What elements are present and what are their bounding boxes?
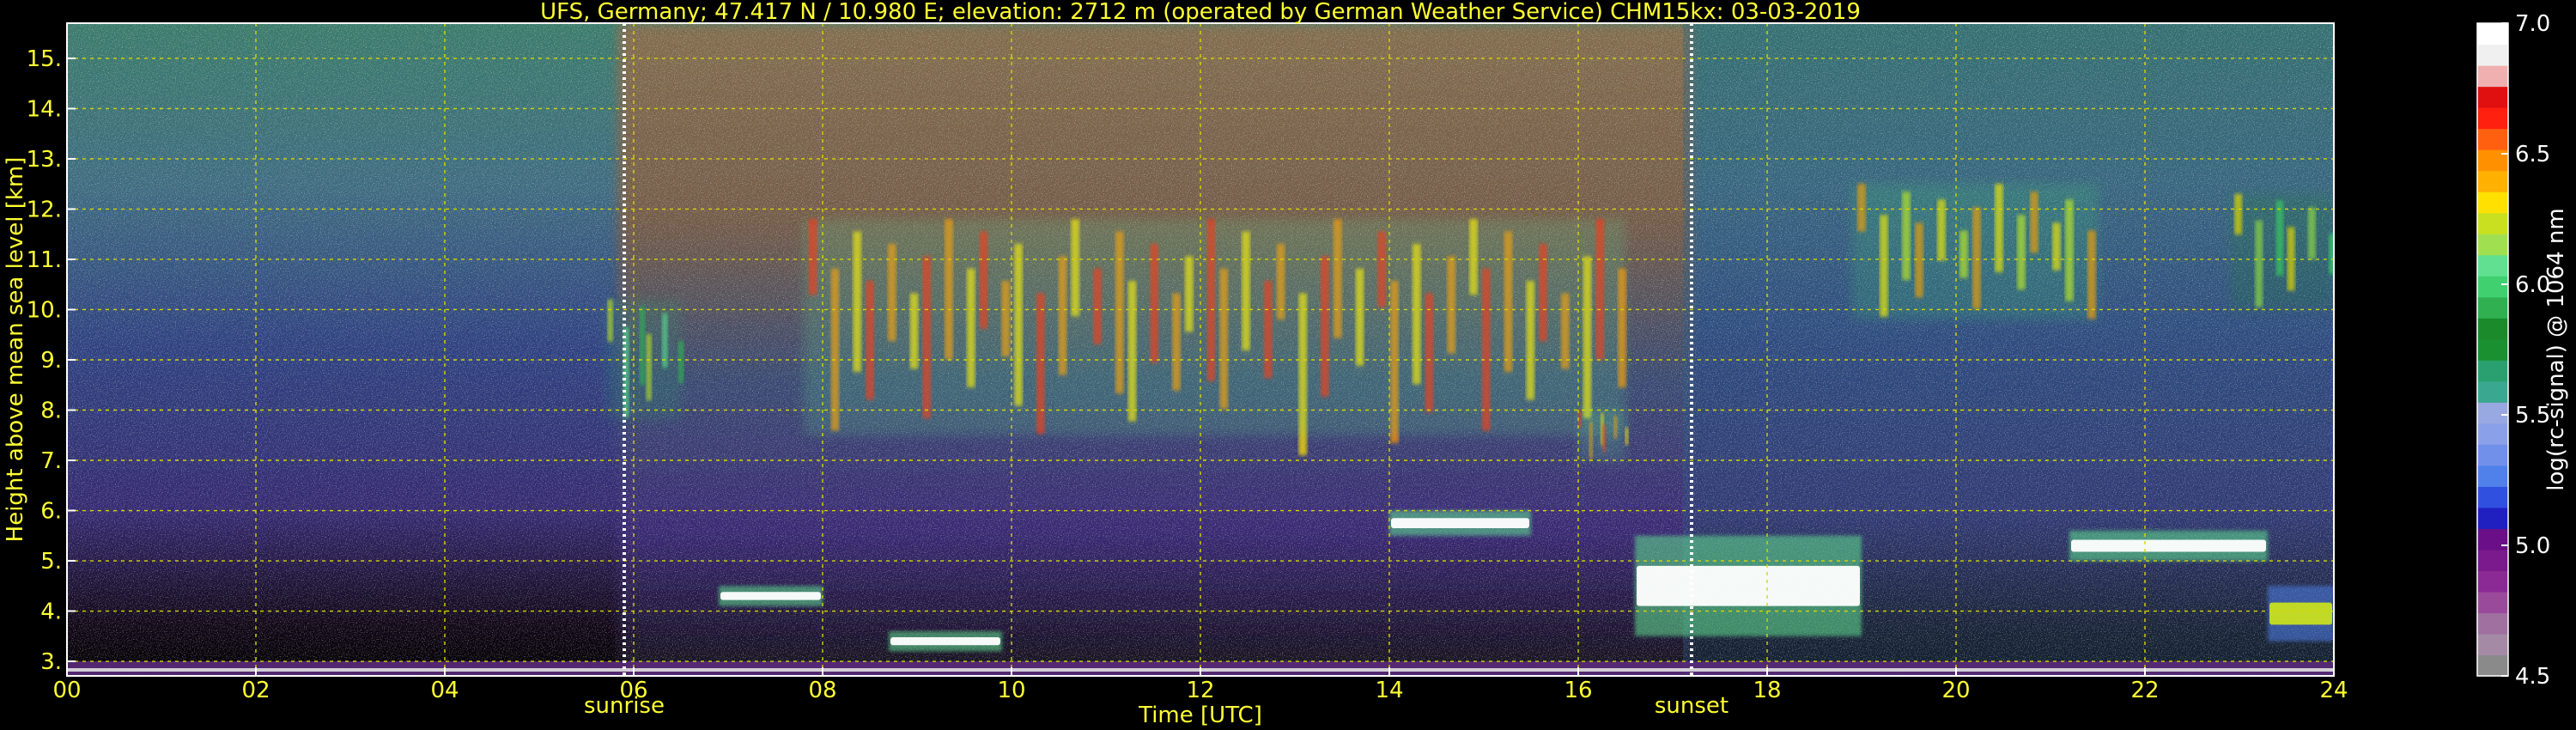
colorbar: 4.55.05.56.06.57.0 log(rc-signal) @ 1064… [2476, 11, 2569, 690]
colorbar-segment [2477, 128, 2508, 150]
colorbar-segment [2477, 423, 2508, 445]
x-axis-label: Time [UTC] [1138, 703, 1262, 728]
colorbar-segment [2477, 507, 2508, 529]
colorbar-segment [2477, 65, 2508, 88]
y-tick-label: 13. [27, 147, 62, 173]
x-tick-label: 18 [1753, 678, 1781, 703]
colorbar-segment [2477, 296, 2508, 319]
x-tick-label: 04 [430, 678, 459, 703]
cirrus-streak [1625, 427, 1629, 446]
colorbar-segment [2477, 444, 2508, 466]
colorbar-segment [2477, 465, 2508, 487]
x-tick-label: 24 [2319, 678, 2348, 703]
y-tick-label: 9. [40, 348, 62, 374]
sun-marker-label: sunset [1655, 693, 1728, 719]
colorbar-segment [2477, 633, 2508, 656]
cloud-core [1391, 518, 1529, 528]
cirrus-haze [1578, 410, 1625, 461]
colorbar-tick-label: 5.0 [2515, 533, 2550, 559]
x-tick-label: 14 [1375, 678, 1403, 703]
x-tick-label: 10 [997, 678, 1025, 703]
colorbar-segment [2477, 170, 2508, 192]
colorbar-segment [2477, 402, 2508, 424]
colorbar-segment [2477, 234, 2508, 256]
colorbar-segment [2477, 338, 2508, 361]
colorbar-tick-label: 7.0 [2515, 11, 2550, 37]
colorbar-segments [2477, 23, 2508, 677]
cloud-core [720, 592, 821, 600]
cirrus-haze [2230, 193, 2334, 310]
colorbar-segment [2477, 360, 2508, 382]
colorbar-segment [2477, 192, 2508, 214]
y-tick-label: 5. [40, 549, 62, 575]
cloud-core [1637, 565, 1860, 606]
x-tick-label: 06 [619, 678, 647, 703]
y-tick-label: 10. [27, 297, 62, 323]
backscatter-field [67, 23, 2334, 676]
colorbar-segment [2477, 23, 2508, 46]
cloud-core [2269, 602, 2332, 625]
cirrus-haze [804, 219, 1625, 435]
chart-title: UFS, Germany; 47.417 N / 10.980 E; eleva… [540, 0, 1861, 25]
y-tick-label: 3. [40, 649, 62, 675]
x-tick-label: 00 [52, 678, 81, 703]
y-tick-label: 7. [40, 448, 62, 474]
colorbar-segment [2477, 528, 2508, 551]
y-tick-label: 4. [40, 599, 62, 625]
y-axis-label: Height above mean sea level [km] [3, 157, 28, 543]
x-tick-label: 08 [808, 678, 836, 703]
ceilometer-chart: sunrise sunset 00 02 04 06 08 10 12 14 16 18 20 22 24… [3, 0, 2569, 728]
colorbar-segment [2477, 318, 2508, 340]
colorbar-segment [2477, 276, 2508, 298]
colorbar-segment [2477, 486, 2508, 508]
cloud-core [2071, 539, 2266, 552]
colorbar-segment [2477, 591, 2508, 614]
y-tick-label: 6. [40, 499, 62, 525]
colorbar-tick-label: 4.5 [2515, 664, 2550, 690]
colorbar-label: log(rc-signal) @ 1064 nm [2543, 208, 2569, 490]
colorbar-segment [2477, 570, 2508, 593]
colorbar-segment [2477, 107, 2508, 130]
cirrus-haze [1852, 184, 2098, 320]
colorbar-segment [2477, 380, 2508, 403]
colorbar-segment [2477, 212, 2508, 234]
x-tick-label: 20 [1941, 678, 1970, 703]
x-tick-label: 16 [1564, 678, 1592, 703]
colorbar-segment [2477, 86, 2508, 108]
y-tick-label: 12. [27, 197, 62, 222]
colorbar-segment [2477, 44, 2508, 66]
x-tick-label: 22 [2130, 678, 2159, 703]
y-tick-label: 11. [27, 247, 62, 273]
colorbar-segment [2477, 612, 2508, 635]
colorbar-tick-label: 6.5 [2515, 142, 2550, 167]
colorbar-segment [2477, 254, 2508, 277]
y-tick-label: 14. [27, 96, 62, 122]
y-tick-label: 8. [40, 398, 62, 424]
y-tick-label: 15. [27, 46, 62, 72]
x-tick-label: 02 [241, 678, 270, 703]
x-tick-label: 12 [1186, 678, 1214, 703]
colorbar-segment [2477, 549, 2508, 572]
colorbar-segment [2477, 149, 2508, 172]
cloud-core [890, 636, 1000, 646]
colorbar-segment [2477, 654, 2508, 677]
